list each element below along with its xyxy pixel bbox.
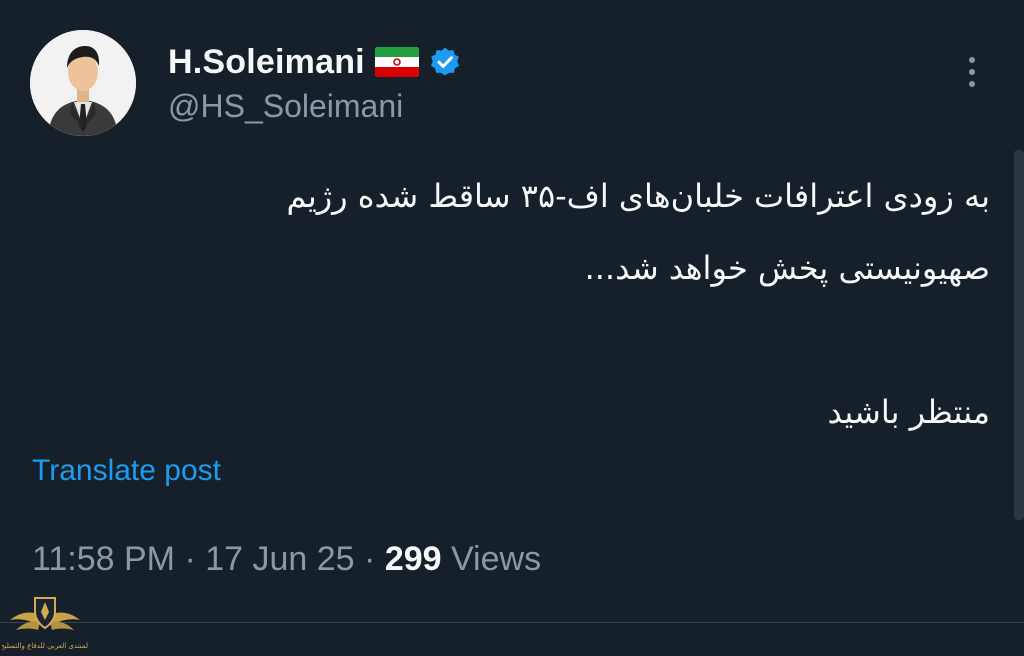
iran-flag-icon (374, 47, 419, 77)
author-name-row: H.Soleimani (168, 40, 461, 84)
avatar-image (30, 30, 136, 136)
verified-badge-icon (429, 46, 461, 78)
views-count[interactable]: 299 (385, 540, 442, 578)
tweet-text-line: منتظر باشید (827, 393, 990, 431)
translate-post-link[interactable]: Translate post (32, 454, 221, 488)
tweet-text: به زودی اعترافات خلبان‌های اف-۳۵ ساقط شد… (50, 160, 990, 448)
divider (0, 622, 1024, 623)
watermark-logo: المنتدى العربي للدفاع والتسليح (2, 590, 88, 654)
more-vertical-icon-dot (969, 81, 975, 87)
tweet-meta: 11:58 PM · 17 Jun 25 · 299 Views (32, 540, 541, 579)
meta-separator: · (175, 540, 206, 578)
tweet-page: H.Soleimani @HS_Soleimani به زودی اعتراف… (0, 0, 1024, 656)
tweet-text-line: صهیونیستی پخش خواهد شد... (584, 249, 990, 287)
avatar[interactable] (30, 30, 136, 136)
tweet-paragraph-gap (50, 304, 990, 376)
tweet-date[interactable]: 17 Jun 25 (205, 540, 354, 578)
tweet-time[interactable]: 11:58 PM (32, 540, 175, 578)
more-options-button[interactable] (958, 52, 986, 92)
more-vertical-icon-dot (969, 69, 975, 75)
meta-separator: · (354, 540, 385, 578)
more-vertical-icon-dot (969, 57, 975, 63)
author-handle[interactable]: @HS_Soleimani (168, 88, 403, 125)
author-display-name[interactable]: H.Soleimani (168, 43, 365, 82)
views-label[interactable]: Views (442, 540, 541, 578)
scrollbar[interactable] (1014, 150, 1024, 520)
svg-text:المنتدى العربي للدفاع والتسليح: المنتدى العربي للدفاع والتسليح (2, 642, 88, 650)
tweet-text-line: به زودی اعترافات خلبان‌های اف-۳۵ ساقط شد… (286, 177, 990, 215)
